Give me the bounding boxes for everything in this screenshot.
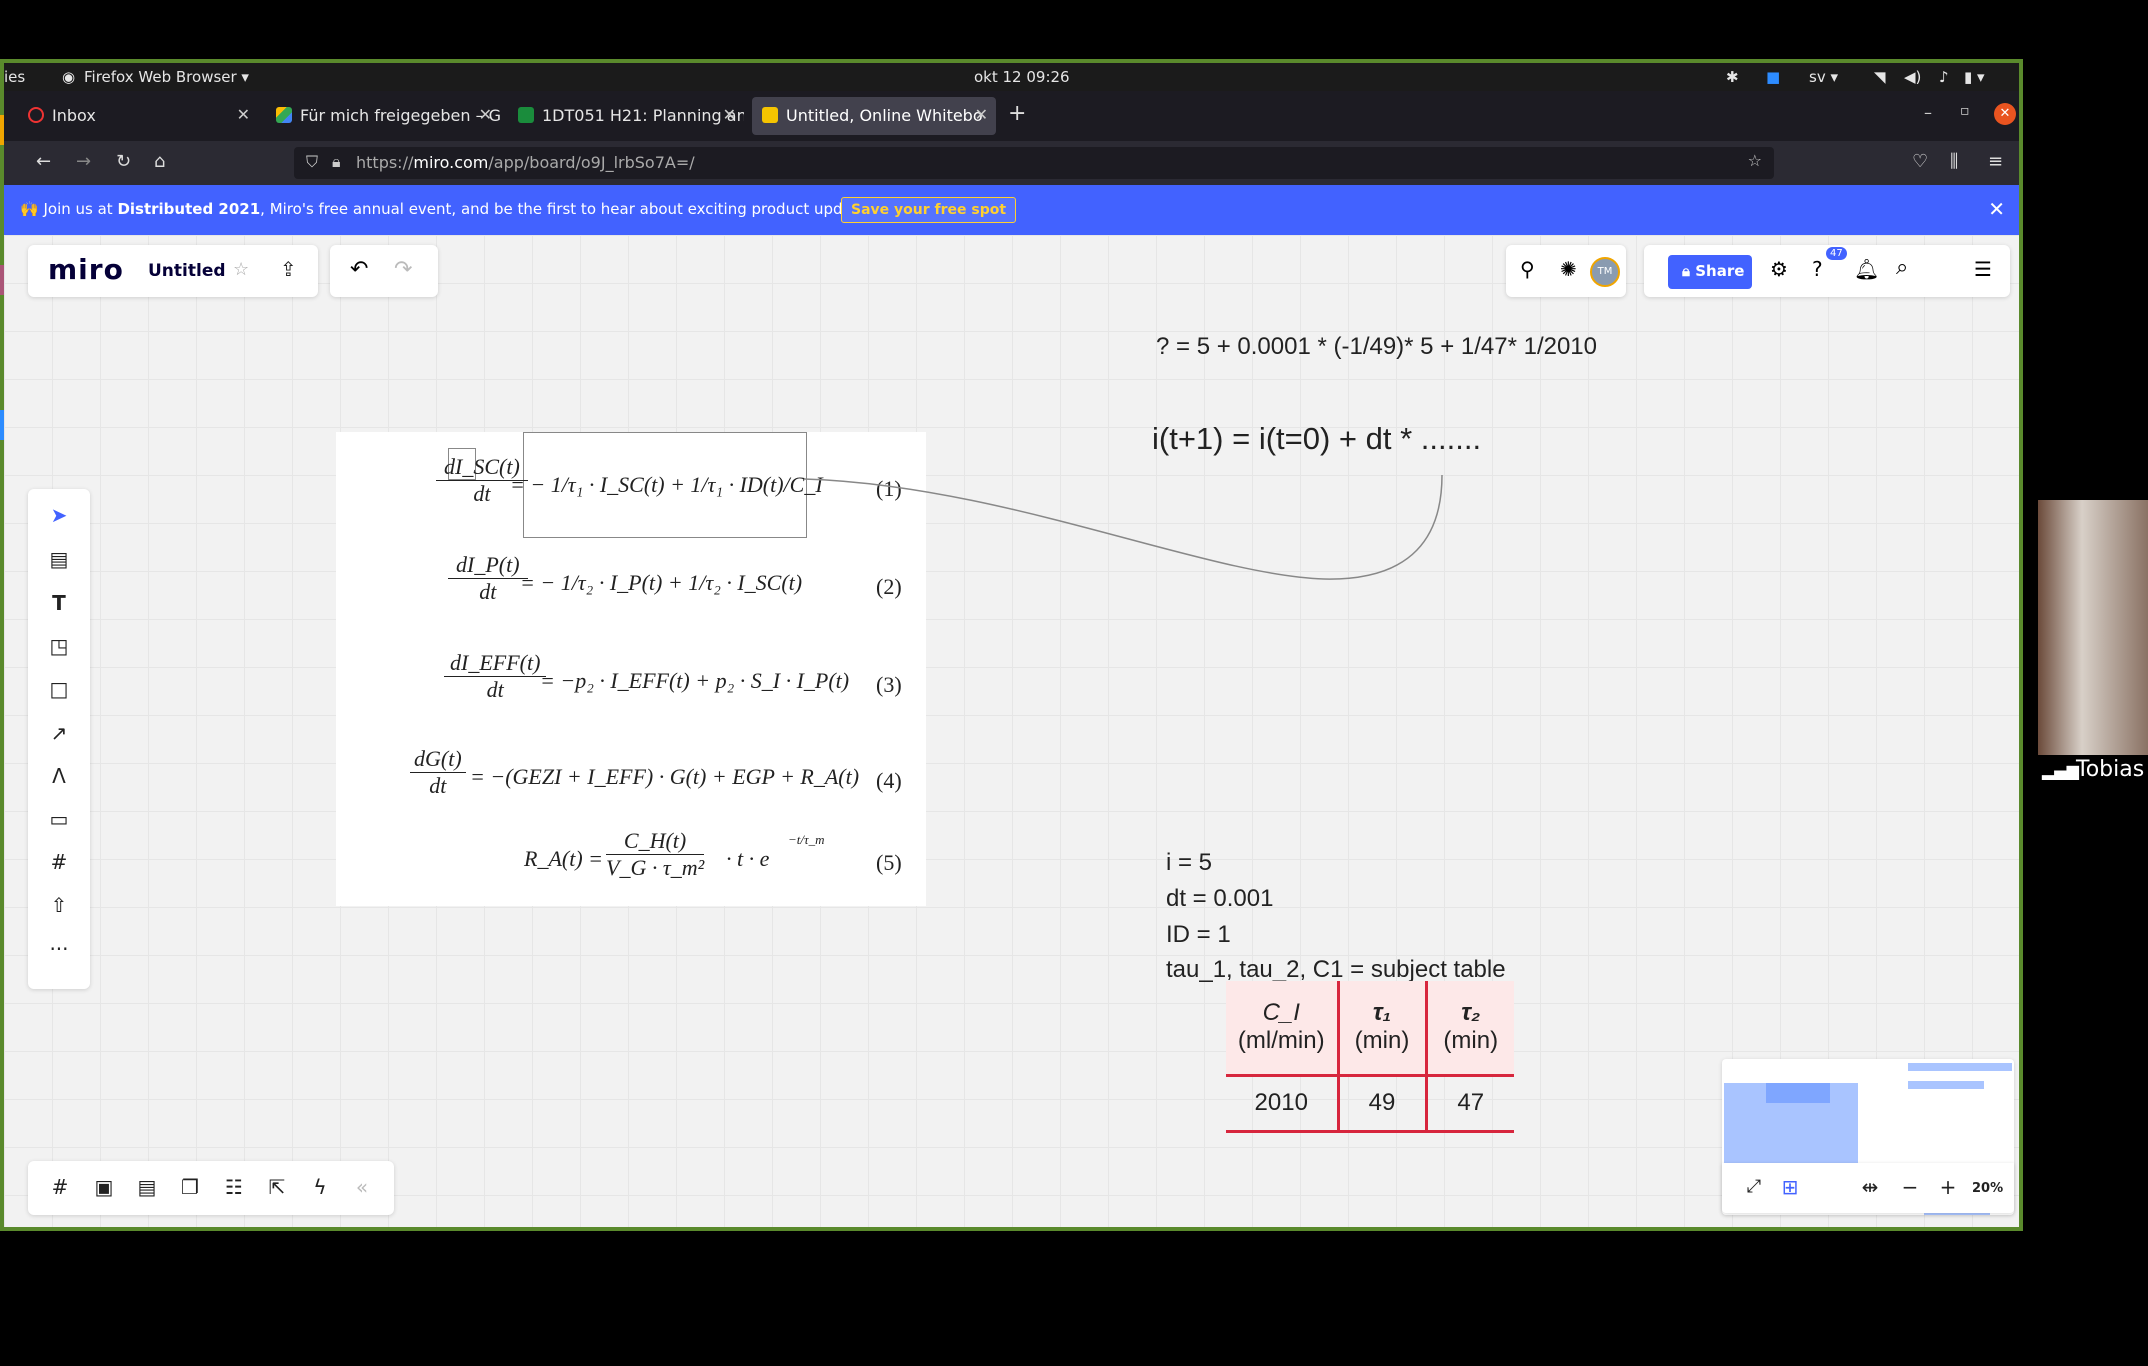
header-unit: (min) [1443, 1027, 1499, 1055]
opera-mail-icon [28, 107, 44, 123]
url-bar[interactable]: ⛉ 🔒︎ https://miro.com/app/board/o9J_lrbS… [294, 147, 1774, 179]
menu-icon[interactable]: ≡ [1988, 151, 2003, 172]
participant-name: ▂▄▆ Tobias [2038, 755, 2148, 790]
screen: ies ◉ Firefox Web Browser ▾ okt 12 09:26… [0, 0, 2148, 1366]
minimize-button[interactable]: – [1924, 103, 1932, 122]
dock-icon[interactable] [0, 265, 4, 295]
note-i[interactable]: i = 5 [1166, 849, 1212, 877]
fullscreen-icon[interactable]: ⤢ [1740, 1173, 1768, 1201]
header-symbol: C_I [1262, 999, 1300, 1027]
header-symbol: τ₁ [1372, 999, 1392, 1027]
banner-message: 🙌 Join us at Distributed 2021, Miro's fr… [20, 200, 879, 218]
tab-inbox[interactable]: Inbox ✕ [18, 97, 258, 135]
table-row: 2010 49 47 [1226, 1075, 1514, 1133]
signal-bars-icon: ▂▄▆ [2042, 761, 2079, 780]
tab-sheets[interactable]: 1DT051 H21: Planning an ✕ [508, 97, 744, 135]
volume-icon: ◀) [1904, 68, 1922, 86]
tab-label: 1DT051 H21: Planning an [542, 106, 744, 125]
close-tab-icon[interactable]: ✕ [723, 105, 736, 124]
battery-icon: ▮ ▾ [1964, 68, 1985, 86]
firefox-window: ies ◉ Firefox Web Browser ▾ okt 12 09:26… [0, 59, 2023, 1231]
banner-event-name: Distributed 2021 [117, 200, 261, 218]
clock[interactable]: okt 12 09:26 [974, 68, 1070, 86]
maximize-button[interactable]: ▫ [1960, 103, 1970, 119]
tab-bar: Inbox ✕ Für mich freigegeben – G ✕ 1DT05… [4, 91, 2019, 141]
header-unit: (ml/min) [1237, 1027, 1325, 1055]
tab-miro[interactable]: Untitled, Online Whitebo ✕ [752, 97, 996, 135]
header-symbol: τ₂ [1461, 999, 1481, 1027]
note-subject-table[interactable]: tau_1, tau_2, C1 = subject table [1166, 956, 1506, 984]
activities-label[interactable]: ies [4, 68, 25, 86]
reload-icon[interactable]: ↻ [116, 151, 131, 172]
dock-icon[interactable] [0, 115, 4, 145]
header-unit: (min) [1354, 1027, 1410, 1055]
connector-line[interactable] [4, 235, 2019, 1231]
fit-to-screen-icon[interactable]: ⇹ [1856, 1173, 1884, 1201]
map-icon[interactable]: ⊞ [1776, 1173, 1804, 1201]
participant-name-label: Tobias [2076, 757, 2145, 782]
app-menu[interactable]: Firefox Web Browser ▾ [84, 68, 249, 86]
cell-ci: 2010 [1226, 1075, 1340, 1133]
note-dt[interactable]: dt = 0.001 [1166, 885, 1273, 913]
slack-icon[interactable]: ✱ [1726, 68, 1739, 86]
google-sheets-icon [518, 107, 534, 123]
close-tab-icon[interactable]: ✕ [975, 105, 988, 124]
table-header-row: C_I (ml/min) τ₁ (min) τ₂ (min) [1226, 981, 1514, 1077]
promo-banner: 🙌 Join us at Distributed 2021, Miro's fr… [4, 185, 2019, 235]
close-window-button[interactable]: ✕ [1994, 103, 2016, 125]
tab-label: Untitled, Online Whitebo [786, 106, 983, 125]
bookmark-star-icon[interactable]: ☆ [1748, 151, 1762, 170]
minimap-block [1908, 1081, 1984, 1089]
banner-text: Join us at [43, 200, 118, 218]
euler-step-formula[interactable]: i(t+1) = i(t=0) + dt * ....... [1152, 421, 1481, 457]
close-banner-icon[interactable]: ✕ [1988, 197, 2005, 221]
home-icon[interactable]: ⌂ [154, 151, 165, 172]
lock-icon[interactable]: 🔒︎ [332, 152, 341, 172]
miro-board-canvas[interactable]: miro Untitled ☆ ⇪ ↶ ↷ ⚲ ✺ TM 🔒︎ Share ⚙ … [4, 235, 2019, 1231]
tab-label: Inbox [52, 106, 96, 125]
cell-tau1: 49 [1338, 1075, 1428, 1133]
cell-tau2: 47 [1426, 1075, 1514, 1133]
pocket-icon[interactable]: ♡ [1912, 151, 1928, 172]
zoom-controls: ⤢ ⊞ ⇹ − + 20% [1722, 1163, 2014, 1213]
minimap-block [1908, 1063, 2012, 1071]
zoom-level[interactable]: 20% [1972, 1181, 2003, 1196]
question-formula[interactable]: ? = 5 + 0.0001 * (-1/49)* 5 + 1/47* 1/20… [1156, 333, 1597, 361]
wifi-icon: ◥ [1874, 68, 1886, 86]
close-tab-icon[interactable]: ✕ [479, 105, 492, 124]
tab-drive[interactable]: Für mich freigegeben – G ✕ [266, 97, 500, 135]
miro-icon [762, 107, 778, 123]
new-tab-button[interactable]: + [1008, 101, 1026, 126]
forward-icon[interactable]: → [76, 151, 91, 172]
header-ci: C_I (ml/min) [1226, 981, 1340, 1077]
zoom-out-icon[interactable]: − [1896, 1173, 1924, 1201]
mic-icon: ♪ [1939, 68, 1949, 86]
system-top-bar: ies ◉ Firefox Web Browser ▾ okt 12 09:26… [4, 63, 2019, 91]
save-spot-button[interactable]: Save your free spot [841, 197, 1017, 223]
header-tau2: τ₂ (min) [1426, 981, 1514, 1077]
google-drive-icon [276, 107, 292, 123]
shield-icon[interactable]: ⛉ [306, 152, 318, 172]
zoom-in-icon[interactable]: + [1934, 1173, 1962, 1201]
dock-icon[interactable] [0, 410, 4, 440]
url-domain: miro.com [413, 153, 489, 172]
library-icon[interactable]: ⫼ [1950, 151, 1958, 172]
firefox-icon: ◉ [62, 68, 76, 86]
close-tab-icon[interactable]: ✕ [237, 105, 250, 124]
navigation-bar: ← → ↻ ⌂ ⛉ 🔒︎ https://miro.com/app/board/… [4, 141, 2019, 185]
language-menu[interactable]: sv ▾ [1809, 68, 1838, 86]
back-icon[interactable]: ← [36, 151, 51, 172]
zoom-icon[interactable]: ■ [1766, 68, 1780, 86]
banner-text-tail: , Miro's free annual event, and be the f… [260, 200, 880, 218]
url-path: /app/board/o9J_lrbSo7A=/ [488, 153, 695, 172]
header-tau1: τ₁ (min) [1338, 981, 1428, 1077]
subject-table[interactable]: C_I (ml/min) τ₁ (min) τ₂ (min) 2010 49 4… [1226, 981, 1514, 1133]
raising-hands-icon: 🙌 [20, 200, 39, 218]
tab-label: Für mich freigegeben – G [300, 106, 500, 125]
minimap-block [1766, 1083, 1830, 1103]
video-participant-tile[interactable] [2038, 500, 2148, 790]
url-prefix: https:// [356, 153, 414, 172]
note-id[interactable]: ID = 1 [1166, 921, 1231, 949]
